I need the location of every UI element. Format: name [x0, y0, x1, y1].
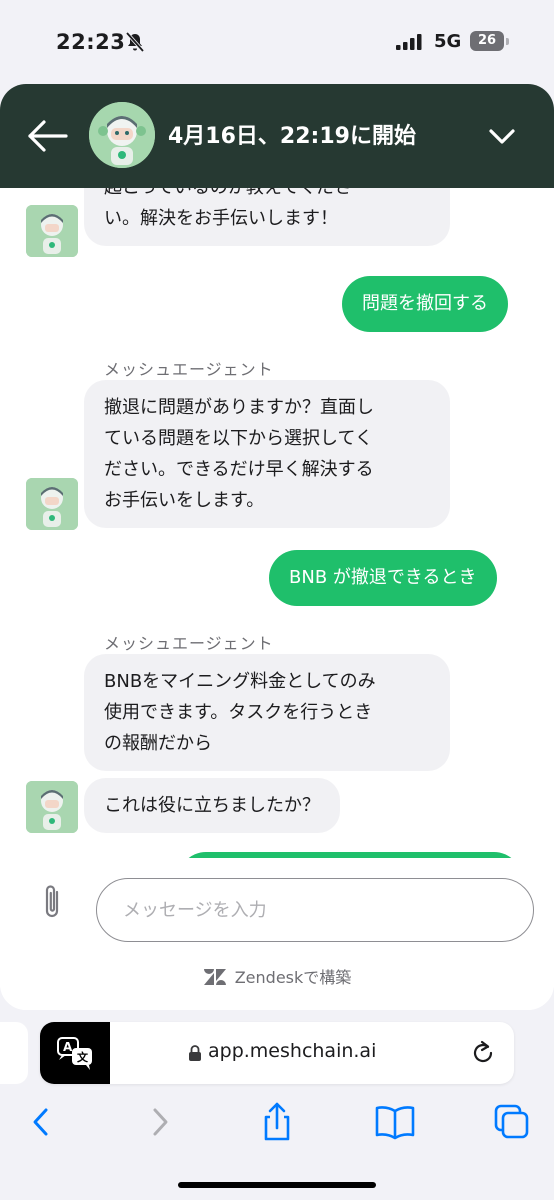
browser-chrome: A 文 app.meshchain.ai — [0, 1010, 554, 1200]
agent-avatar — [26, 205, 78, 257]
battery-icon: 26 — [470, 31, 504, 51]
previous-tab[interactable] — [0, 1022, 28, 1084]
bookmarks-icon[interactable] — [373, 1100, 417, 1144]
message-list[interactable]: 起こっているのか教えてくださ い。解決をお手伝いします！ 問題を撤回する メッシ… — [0, 188, 554, 858]
status-time: 22:23 — [56, 30, 126, 54]
network-label: 5G — [434, 31, 462, 52]
zendesk-logo-icon — [203, 969, 226, 985]
lock-icon — [189, 1045, 201, 1061]
signal-icon — [396, 34, 422, 50]
agent-message: 撤退に問題がありますか？直面し ている問題を以下から選択してく ださい。できるだ… — [84, 380, 450, 528]
chat-widget: 4月16日、22:19に開始 起こっているのか教えてくださ い。解決をお手伝いし… — [0, 84, 554, 1010]
tabs-icon[interactable] — [490, 1100, 534, 1144]
agent-message: 起こっているのか教えてくださ い。解決をお手伝いします！ — [84, 188, 450, 246]
url-text: app.meshchain.ai — [208, 1040, 377, 1062]
chat-header: 4月16日、22:19に開始 — [0, 84, 554, 188]
svg-text:文: 文 — [77, 1050, 89, 1064]
translate-button[interactable]: A 文 — [40, 1022, 110, 1084]
agent-message: BNBをマイニング料金としてのみ 使用できます。タスクを行うとき の報酬だから — [84, 654, 450, 771]
chevron-down-icon[interactable] — [482, 116, 522, 156]
battery-cap — [506, 38, 509, 45]
chat-title: 4月16日、22:19に開始 — [168, 124, 416, 149]
reload-icon[interactable] — [468, 1038, 498, 1068]
paperclip-icon[interactable] — [38, 882, 66, 922]
back-arrow-icon[interactable] — [24, 114, 72, 158]
user-message: 問題を撤回する — [342, 276, 508, 332]
bell-slash-icon — [125, 31, 145, 53]
translate-icon: A 文 — [57, 1037, 92, 1070]
sender-name: メッシュエージェント — [104, 634, 274, 653]
avatar — [89, 102, 155, 168]
agent-avatar — [26, 781, 78, 833]
svg-text:A: A — [63, 1040, 73, 1054]
address-bar[interactable]: A 文 app.meshchain.ai — [40, 1022, 514, 1084]
agent-message: これは役に立ちましたか？ — [84, 778, 340, 833]
back-icon[interactable] — [20, 1100, 64, 1144]
message-input[interactable] — [96, 878, 534, 942]
powered-by-text: Zendeskで構築 — [234, 968, 352, 987]
user-message: BNB が撤退できるとき — [269, 550, 497, 606]
share-icon[interactable] — [255, 1100, 299, 1144]
agent-avatar — [26, 478, 78, 530]
status-bar: 22:23 5G 26 — [0, 0, 554, 84]
powered-by[interactable]: Zendeskで構築 — [0, 964, 554, 988]
composer: Zendeskで構築 — [0, 858, 554, 1010]
home-indicator — [178, 1182, 376, 1188]
forward-icon[interactable] — [138, 1100, 182, 1144]
sender-name: メッシュエージェント — [104, 360, 274, 379]
browser-toolbar — [0, 1100, 554, 1144]
